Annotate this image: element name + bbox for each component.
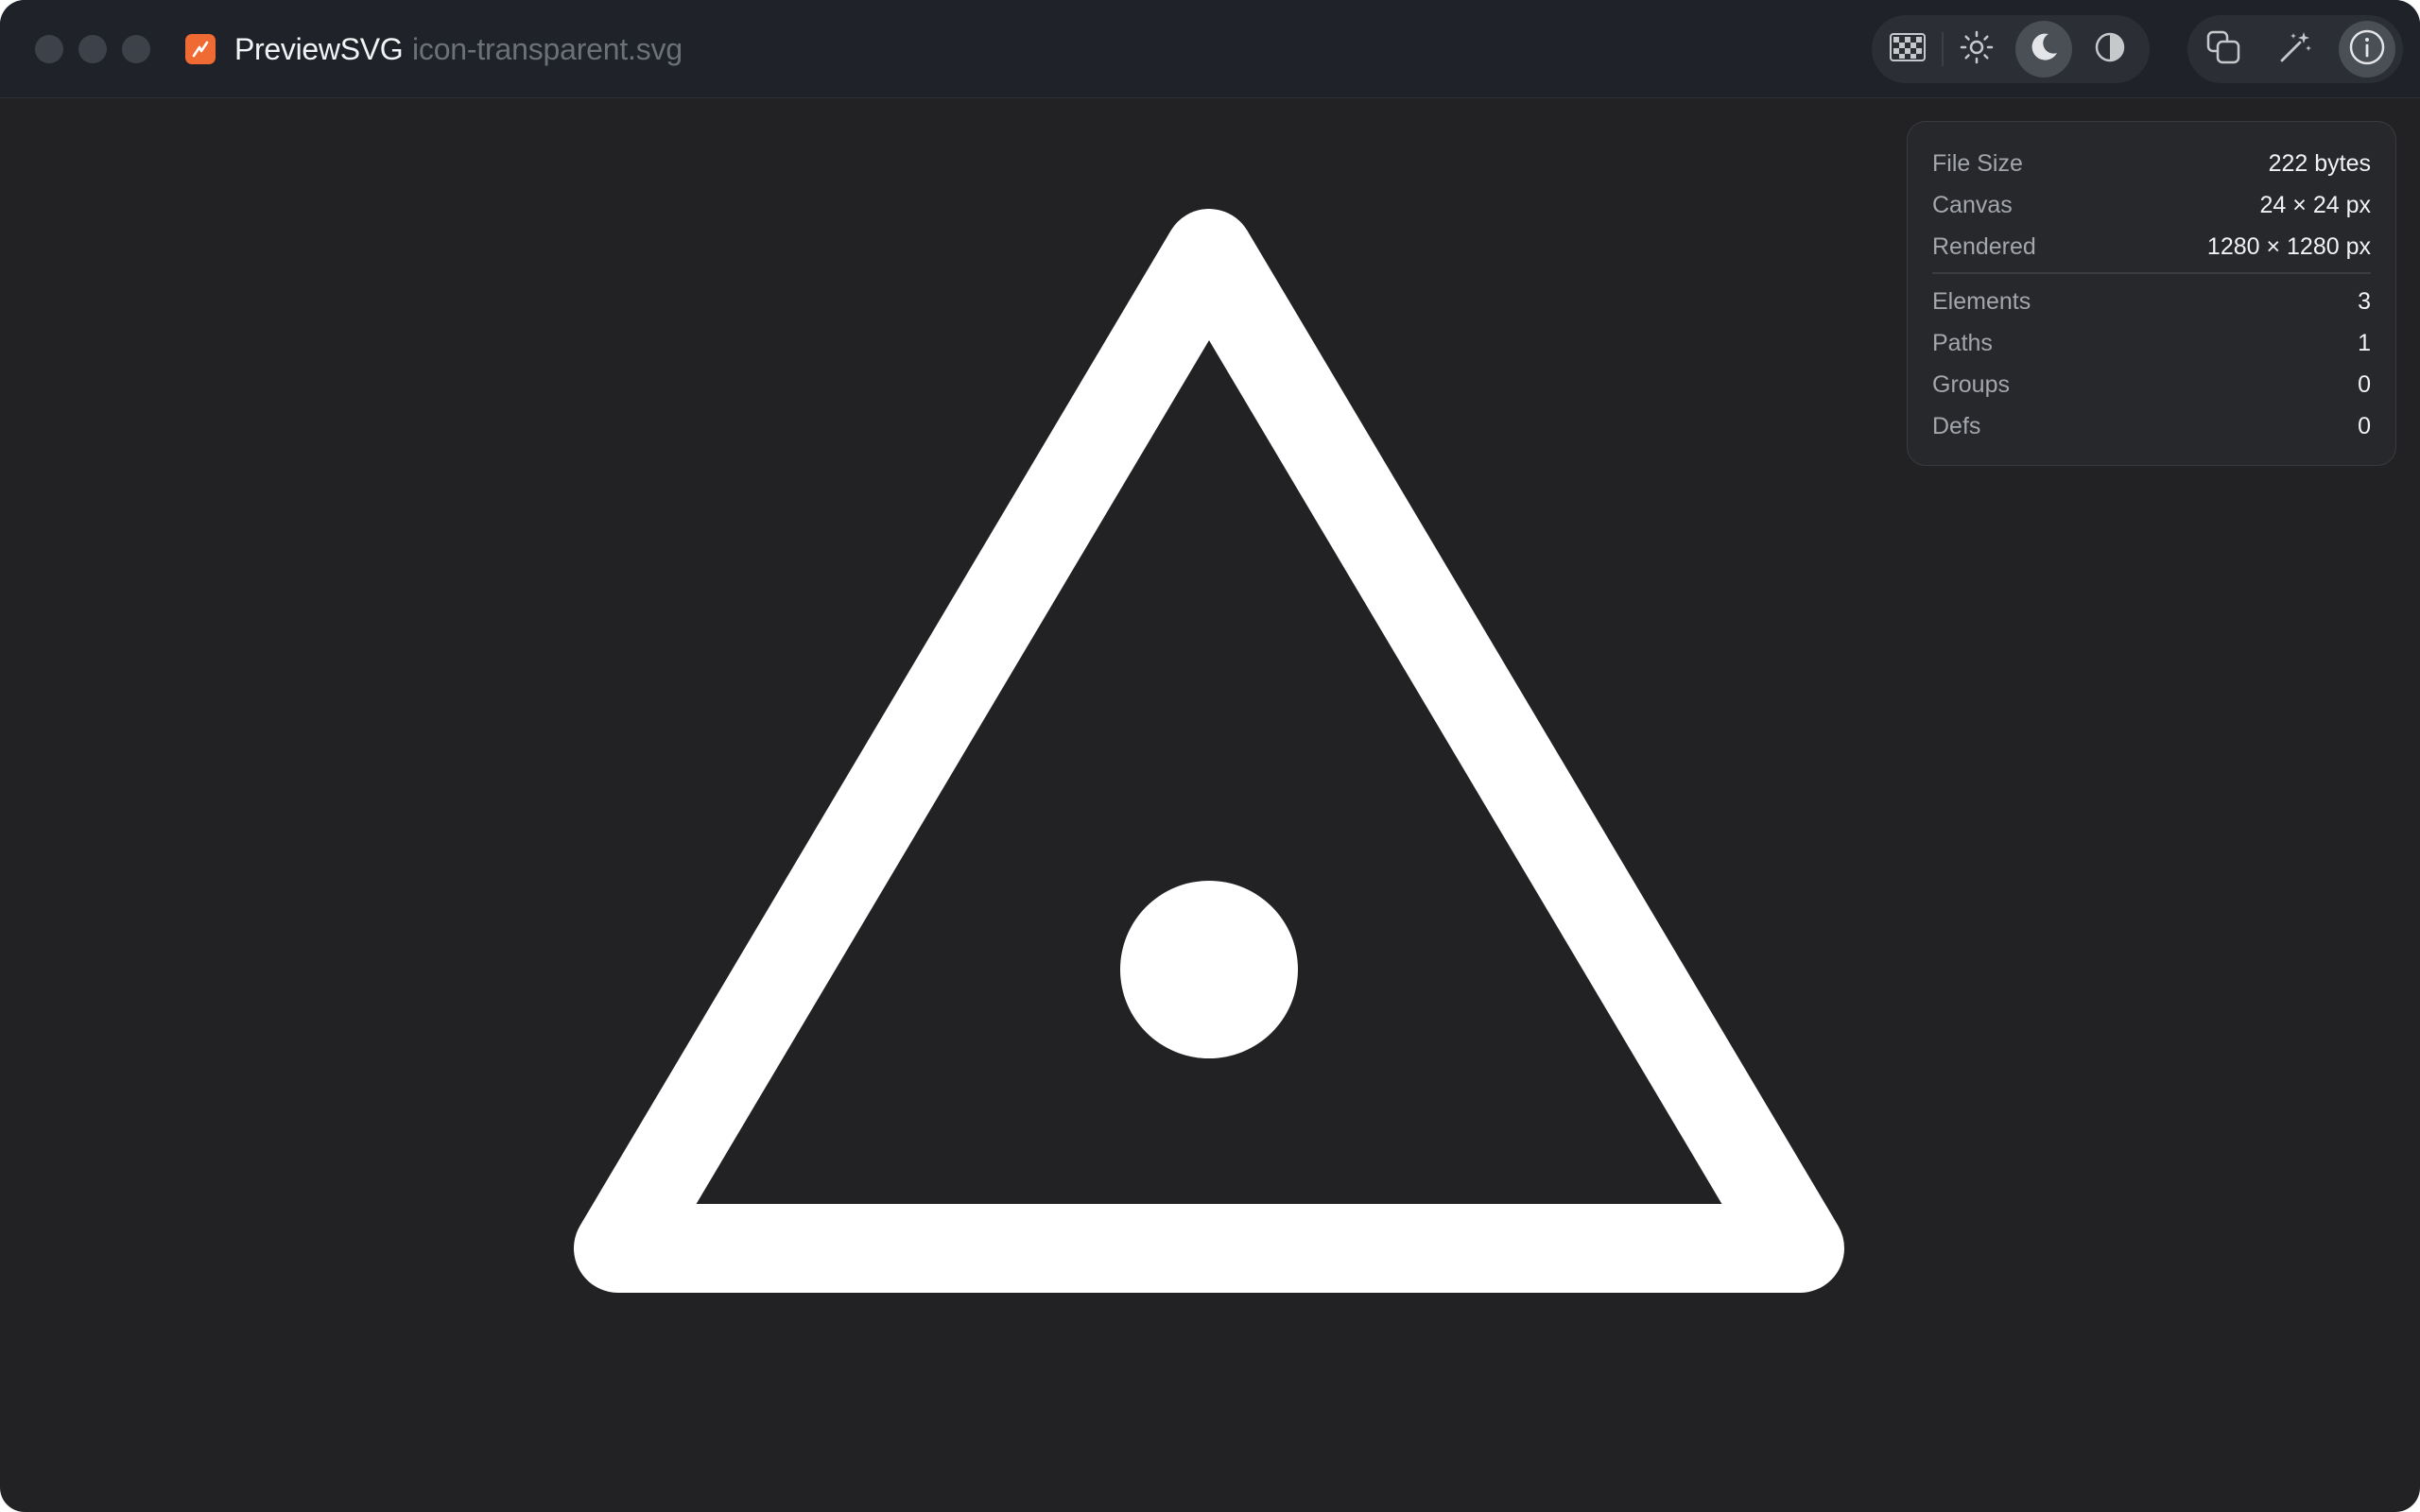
action-group bbox=[2187, 15, 2403, 83]
app-window: PreviewSVG icon-transparent.svg File Siz… bbox=[0, 0, 2420, 1512]
rendered-value: 1280 × 1280 px bbox=[2206, 232, 2371, 260]
minimize-window-button[interactable] bbox=[78, 35, 107, 63]
defs-row: Defs 0 bbox=[1932, 407, 2371, 445]
background-mode-group bbox=[1872, 15, 2150, 83]
elements-label: Elements bbox=[1932, 287, 2031, 315]
app-name: PreviewSVG bbox=[234, 32, 404, 66]
contrast-background-button[interactable] bbox=[2082, 21, 2138, 77]
contrast-icon bbox=[2093, 30, 2127, 69]
paths-value: 1 bbox=[2358, 329, 2371, 356]
copy-button[interactable] bbox=[2195, 21, 2252, 77]
checkerboard-background-button[interactable] bbox=[1879, 21, 1936, 77]
groups-row: Groups 0 bbox=[1932, 366, 2371, 404]
info-button[interactable] bbox=[2339, 21, 2395, 77]
groups-value: 0 bbox=[2358, 370, 2371, 398]
file-info-panel: File Size 222 bytes Canvas 24 × 24 px Re… bbox=[1907, 121, 2396, 466]
app-logo-icon bbox=[185, 34, 216, 64]
elements-value: 3 bbox=[2358, 287, 2371, 315]
sun-icon bbox=[1960, 30, 1994, 69]
paths-row: Paths 1 bbox=[1932, 324, 2371, 362]
close-window-button[interactable] bbox=[35, 35, 63, 63]
canvas-row: Canvas 24 × 24 px bbox=[1932, 186, 2371, 224]
file-size-row: File Size 222 bytes bbox=[1932, 145, 2371, 182]
rendered-label: Rendered bbox=[1932, 232, 2036, 260]
file-size-label: File Size bbox=[1932, 149, 2023, 177]
copy-icon bbox=[2205, 29, 2241, 70]
canvas-value: 24 × 24 px bbox=[2259, 191, 2371, 218]
warning-triangle-path bbox=[574, 209, 1844, 1293]
file-name: icon-transparent.svg bbox=[412, 32, 683, 66]
info-icon bbox=[2348, 28, 2386, 71]
dark-background-button[interactable] bbox=[2015, 21, 2072, 77]
title-bar: PreviewSVG icon-transparent.svg bbox=[0, 0, 2420, 98]
optimize-button[interactable] bbox=[2267, 21, 2324, 77]
elements-row: Elements 3 bbox=[1932, 283, 2371, 320]
light-background-button[interactable] bbox=[1948, 21, 2005, 77]
warning-dot-circle bbox=[1120, 881, 1298, 1058]
defs-value: 0 bbox=[2358, 412, 2371, 439]
groups-label: Groups bbox=[1932, 370, 2010, 398]
canvas-label: Canvas bbox=[1932, 191, 2013, 218]
paths-label: Paths bbox=[1932, 329, 1993, 356]
magic-wand-icon bbox=[2277, 29, 2313, 70]
info-divider bbox=[1932, 272, 2371, 274]
checkerboard-icon bbox=[1890, 32, 1926, 66]
zoom-window-button[interactable] bbox=[122, 35, 150, 63]
toolbar-divider bbox=[1942, 32, 1944, 66]
defs-label: Defs bbox=[1932, 412, 1981, 439]
moon-icon bbox=[2027, 30, 2061, 69]
rendered-row: Rendered 1280 × 1280 px bbox=[1932, 228, 2371, 266]
file-size-value: 222 bytes bbox=[2268, 149, 2371, 177]
